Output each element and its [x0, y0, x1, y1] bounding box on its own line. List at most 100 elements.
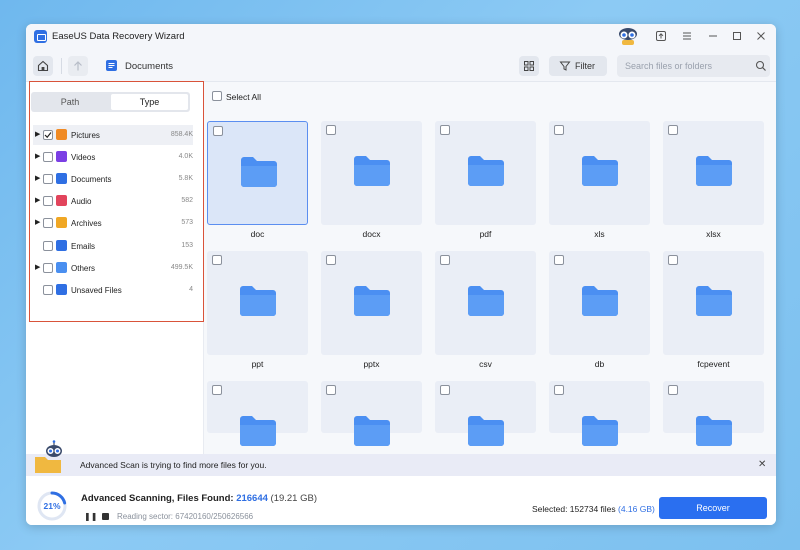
sidebar-item-label: Emails [71, 242, 96, 251]
menu-icon[interactable] [680, 29, 694, 43]
stop-icon[interactable] [102, 513, 109, 520]
folder-icon [582, 156, 618, 186]
folder-checkbox[interactable] [440, 255, 450, 265]
emails-icon [56, 240, 67, 251]
sidebar-item-count: 153 [181, 242, 193, 249]
tab-path[interactable]: Path [31, 92, 109, 112]
folder-tile[interactable] [321, 251, 422, 355]
sidebar-item-documents[interactable]: ▶ Documents 5.8K [33, 169, 193, 189]
item-checkbox[interactable] [43, 263, 53, 273]
up-button[interactable] [68, 56, 88, 76]
folder-tile[interactable] [663, 121, 764, 225]
grid-view-button[interactable] [519, 56, 539, 76]
item-checkbox[interactable] [43, 285, 53, 295]
folder-tile[interactable] [321, 381, 422, 446]
sidebar-item-archives[interactable]: ▶ Archives 573 [33, 213, 193, 233]
folder-checkbox[interactable] [326, 255, 336, 265]
view-tabs: Path Type [31, 92, 190, 112]
files-found-size: (19.21 GB) [267, 493, 317, 504]
folder-name: xls [594, 229, 605, 239]
close-notification-icon[interactable]: ✕ [758, 459, 766, 470]
folder-icon [696, 156, 732, 186]
robot-assistant-icon[interactable] [617, 26, 639, 46]
expand-arrow-icon[interactable]: ▶ [35, 130, 40, 138]
folder-name: ppt [251, 359, 264, 369]
folder-tile[interactable] [435, 251, 536, 355]
folder-checkbox[interactable] [213, 126, 223, 136]
sidebar-item-emails[interactable]: Emails 153 [33, 236, 193, 256]
folder-tile[interactable] [549, 251, 650, 355]
selected-size: (4.16 GB) [618, 504, 655, 514]
item-checkbox[interactable] [43, 218, 53, 228]
folder-checkbox[interactable] [668, 385, 678, 395]
item-checkbox[interactable] [43, 174, 53, 184]
folder-checkbox[interactable] [554, 125, 564, 135]
title-bar: EaseUS Data Recovery Wizard [26, 24, 776, 50]
minimize-icon[interactable] [706, 29, 720, 43]
folder-name: pptx [363, 359, 380, 369]
item-checkbox[interactable] [43, 241, 53, 251]
selection-summary: Selected: 152734 files (4.16 GB) [532, 504, 655, 514]
close-icon[interactable] [754, 29, 768, 43]
item-checkbox[interactable] [43, 130, 53, 140]
folder-checkbox[interactable] [668, 125, 678, 135]
folder-tile[interactable] [663, 251, 764, 355]
folder-tile[interactable] [663, 381, 764, 446]
sidebar-item-videos[interactable]: ▶ Videos 4.0K [33, 147, 193, 167]
select-all-checkbox[interactable] [212, 91, 222, 101]
sidebar-item-pictures[interactable]: ▶ Pictures 858.4K [33, 125, 193, 145]
sidebar-item-label: Pictures [71, 131, 100, 140]
maximize-icon[interactable] [730, 29, 744, 43]
home-button[interactable] [33, 56, 53, 76]
upload-icon[interactable] [654, 29, 668, 43]
sidebar-item-audio[interactable]: ▶ Audio 582 [33, 191, 193, 211]
folder-checkbox[interactable] [326, 125, 336, 135]
sidebar-item-others[interactable]: ▶ Others 499.5K [33, 258, 193, 278]
folder-icon [354, 286, 390, 316]
folder-tile[interactable] [549, 121, 650, 225]
folder-tile[interactable] [207, 251, 308, 355]
expand-arrow-icon[interactable]: ▶ [35, 152, 40, 160]
toolbar-divider [61, 58, 62, 74]
folder-tile[interactable] [207, 381, 308, 446]
folder-checkbox[interactable] [554, 385, 564, 395]
pause-icon[interactable]: ❚❚ [84, 512, 97, 521]
pictures-icon [56, 129, 67, 140]
sidebar-item-count: 582 [181, 197, 193, 204]
filter-icon [559, 61, 571, 71]
files-found-count: 216644 [236, 493, 268, 504]
sidebar-item-label: Audio [71, 197, 92, 206]
folder-icon [468, 416, 504, 446]
filter-button[interactable]: Filter [549, 56, 607, 76]
recover-button[interactable]: Recover [659, 497, 767, 519]
breadcrumb[interactable]: Documents [125, 61, 173, 72]
folder-checkbox[interactable] [440, 125, 450, 135]
folder-checkbox[interactable] [554, 255, 564, 265]
folder-checkbox[interactable] [212, 385, 222, 395]
expand-arrow-icon[interactable]: ▶ [35, 196, 40, 204]
folder-checkbox[interactable] [326, 385, 336, 395]
folder-tile[interactable] [435, 381, 536, 446]
folder-tile[interactable] [549, 381, 650, 446]
item-checkbox[interactable] [43, 152, 53, 162]
sidebar-item-label: Archives [71, 219, 102, 228]
expand-arrow-icon[interactable]: ▶ [35, 263, 40, 271]
toolbar: Documents Filter [26, 50, 776, 82]
expand-arrow-icon[interactable]: ▶ [35, 174, 40, 182]
folder-checkbox[interactable] [668, 255, 678, 265]
folder-checkbox[interactable] [440, 385, 450, 395]
folder-tile[interactable] [207, 121, 308, 225]
expand-arrow-icon[interactable]: ▶ [35, 218, 40, 226]
sidebar-item-unsaved-files[interactable]: Unsaved Files 4 [33, 280, 193, 300]
search-input[interactable] [617, 55, 770, 77]
folder-icon [582, 416, 618, 446]
folder-checkbox[interactable] [212, 255, 222, 265]
folder-tile[interactable] [321, 121, 422, 225]
search-icon[interactable] [755, 60, 767, 72]
folder-icon [240, 416, 276, 446]
filter-label: Filter [575, 61, 595, 71]
folder-name: doc [250, 229, 265, 239]
tab-type[interactable]: Type [111, 94, 188, 110]
item-checkbox[interactable] [43, 196, 53, 206]
folder-tile[interactable] [435, 121, 536, 225]
